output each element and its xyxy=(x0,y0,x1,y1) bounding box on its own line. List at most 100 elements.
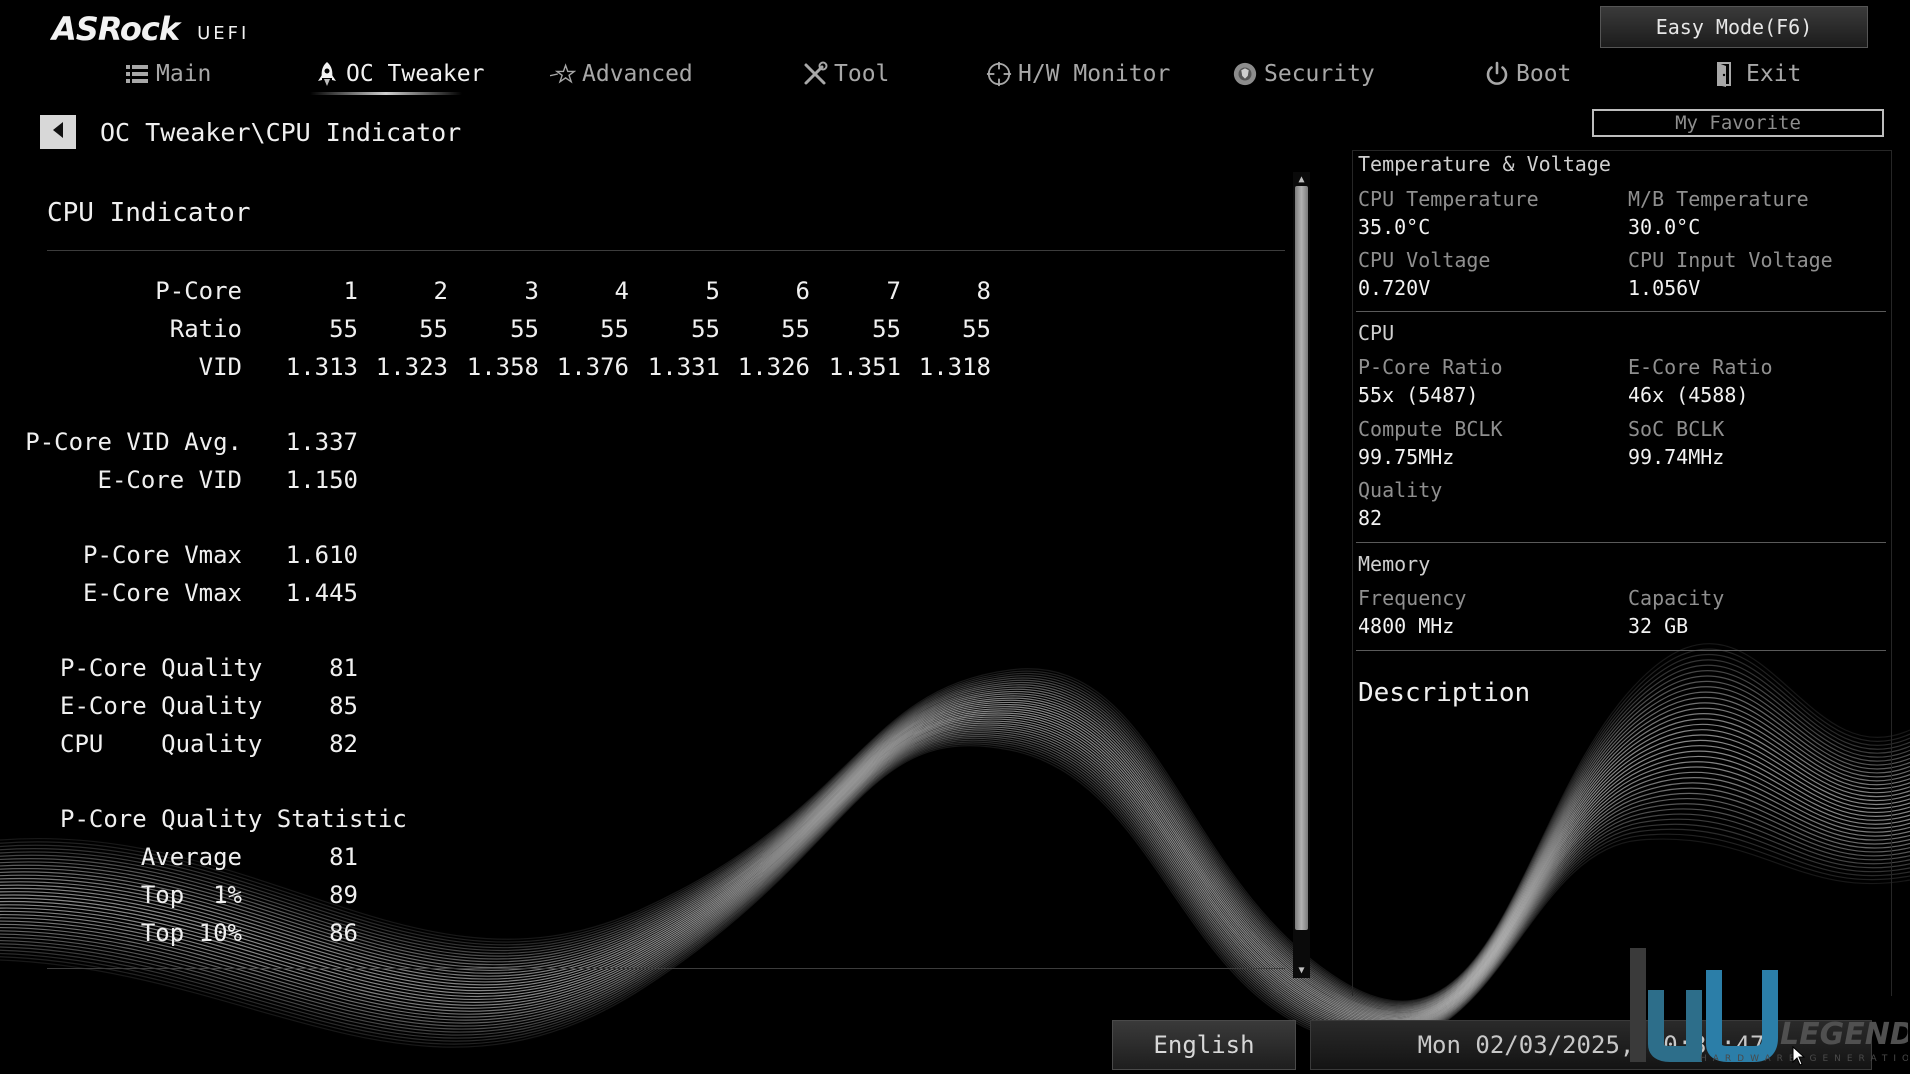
mb-temp-label: M/B Temperature xyxy=(1628,187,1809,211)
core-number: 3 xyxy=(524,277,539,305)
language-button[interactable]: English xyxy=(1112,1020,1296,1070)
divider xyxy=(1356,650,1886,651)
e-core-ratio-value: 46x (4588) xyxy=(1628,383,1749,407)
active-tab-indicator xyxy=(310,92,462,95)
core-number: 5 xyxy=(705,277,720,305)
core-number: 4 xyxy=(614,277,629,305)
back-button[interactable] xyxy=(40,115,76,149)
p-core-ratio-value: 55x (5487) xyxy=(1358,383,1479,407)
stat-top1-label: Top 1% xyxy=(140,881,242,909)
tab-boot[interactable]: Boot xyxy=(1484,58,1571,90)
e-core-vmax-label: E-Core Vmax xyxy=(83,579,242,607)
stat-average-label: Average xyxy=(140,843,242,871)
core-vid-value: 1.326 xyxy=(737,353,810,381)
tab-label: Boot xyxy=(1516,61,1572,87)
e-core-quality-label: E-Core Quality xyxy=(60,692,263,720)
p-core-row-label: P-Core xyxy=(155,277,242,305)
divider xyxy=(1356,542,1886,543)
my-favorite-button[interactable]: My Favorite xyxy=(1592,109,1884,137)
core-vid-value: 1.318 xyxy=(918,353,991,381)
core-ratio-value: 55 xyxy=(329,315,358,343)
p-core-ratio-label: P-Core Ratio xyxy=(1358,355,1503,379)
p-core-vmax-value: 1.610 xyxy=(285,541,358,569)
stat-top10-label: Top 10% xyxy=(140,919,242,947)
easy-mode-button[interactable]: Easy Mode(F6) xyxy=(1600,6,1868,48)
scroll-up-icon[interactable]: ▲ xyxy=(1293,172,1310,186)
p-core-quality-value: 81 xyxy=(329,654,358,682)
core-vid-value: 1.376 xyxy=(556,353,629,381)
list-icon xyxy=(124,61,150,87)
divider xyxy=(47,968,1285,969)
tab-security[interactable]: Security xyxy=(1232,58,1375,90)
e-core-vid-label: E-Core VID xyxy=(97,466,243,494)
memory-capacity-value: 32 GB xyxy=(1628,614,1689,638)
shield-icon xyxy=(1232,61,1258,87)
p-core-vid-avg-label: P-Core VID Avg. xyxy=(25,428,242,456)
compute-bclk-label: Compute BCLK xyxy=(1358,417,1503,441)
back-arrow-icon xyxy=(51,121,65,143)
scrollbar-thumb[interactable] xyxy=(1295,186,1308,930)
core-vid-value: 1.323 xyxy=(375,353,448,381)
quality-label: Quality xyxy=(1358,478,1443,502)
power-icon xyxy=(1484,61,1510,87)
tab-label: OC Tweaker xyxy=(346,61,485,87)
star-icon xyxy=(550,61,576,87)
core-number: 8 xyxy=(976,277,991,305)
tab-exit[interactable]: Exit xyxy=(1714,58,1801,90)
cpu-quality-label: CPU Quality xyxy=(60,730,263,758)
stat-top10-value: 86 xyxy=(329,919,358,947)
tab-label: Advanced xyxy=(582,61,693,87)
cpu-input-voltage-value: 1.056V xyxy=(1628,276,1701,300)
vid-row-label: VID xyxy=(198,353,242,381)
soc-bclk-value: 99.74MHz xyxy=(1628,445,1725,469)
core-number: 1 xyxy=(343,277,358,305)
p-core-vmax-label: P-Core Vmax xyxy=(83,541,242,569)
soc-bclk-label: SoC BCLK xyxy=(1628,417,1725,441)
memory-capacity-label: Capacity xyxy=(1628,586,1725,610)
core-ratio-value: 55 xyxy=(691,315,720,343)
core-number: 2 xyxy=(433,277,448,305)
asrock-logo: ASRock UEFI xyxy=(52,8,249,48)
tab-tool[interactable]: Tool xyxy=(802,58,889,90)
breadcrumb: OC Tweaker\CPU Indicator xyxy=(100,118,462,147)
divider xyxy=(47,250,1285,251)
ratio-row-label: Ratio xyxy=(169,315,242,343)
stat-average-value: 81 xyxy=(329,843,358,871)
e-core-quality-value: 85 xyxy=(329,692,358,720)
compute-bclk-value: 99.75MHz xyxy=(1358,445,1455,469)
memory-frequency-value: 4800 MHz xyxy=(1358,614,1455,638)
tab-label: Main xyxy=(156,61,212,87)
mouse-cursor-icon xyxy=(1792,1045,1806,1070)
tools-icon xyxy=(802,61,828,87)
tab-advanced[interactable]: Advanced xyxy=(550,58,693,90)
hw-info-panel xyxy=(1352,150,1892,996)
cpu-heading: CPU xyxy=(1358,321,1395,345)
core-vid-value: 1.331 xyxy=(647,353,720,381)
core-number: 6 xyxy=(795,277,810,305)
stat-top1-value: 89 xyxy=(329,881,358,909)
tab-hw-monitor[interactable]: H/W Monitor xyxy=(986,58,1170,90)
core-ratio-value: 55 xyxy=(510,315,539,343)
crosshair-icon xyxy=(986,61,1012,87)
core-ratio-value: 55 xyxy=(872,315,901,343)
tab-main[interactable]: Main xyxy=(124,58,211,90)
tab-oc-tweaker[interactable]: OC Tweaker xyxy=(314,58,484,90)
memory-heading: Memory xyxy=(1358,552,1431,576)
core-vid-value: 1.358 xyxy=(466,353,539,381)
cpu-quality-value: 82 xyxy=(329,730,358,758)
temp-voltage-heading: Temperature & Voltage xyxy=(1358,152,1611,176)
cpu-voltage-value: 0.720V xyxy=(1358,276,1431,300)
quality-value: 82 xyxy=(1358,506,1383,530)
core-ratio-value: 55 xyxy=(600,315,629,343)
tab-label: Security xyxy=(1264,61,1375,87)
core-vid-value: 1.313 xyxy=(285,353,358,381)
page-title: CPU Indicator xyxy=(47,198,251,228)
scroll-down-icon[interactable]: ▼ xyxy=(1293,963,1310,977)
core-ratio-value: 55 xyxy=(962,315,991,343)
brand-sub: UEFI xyxy=(197,23,250,44)
p-core-vid-avg-value: 1.337 xyxy=(285,428,358,456)
core-ratio-value: 55 xyxy=(781,315,810,343)
e-core-vid-value: 1.150 xyxy=(285,466,358,494)
tab-label: H/W Monitor xyxy=(1018,61,1171,87)
e-core-ratio-label: E-Core Ratio xyxy=(1628,355,1773,379)
